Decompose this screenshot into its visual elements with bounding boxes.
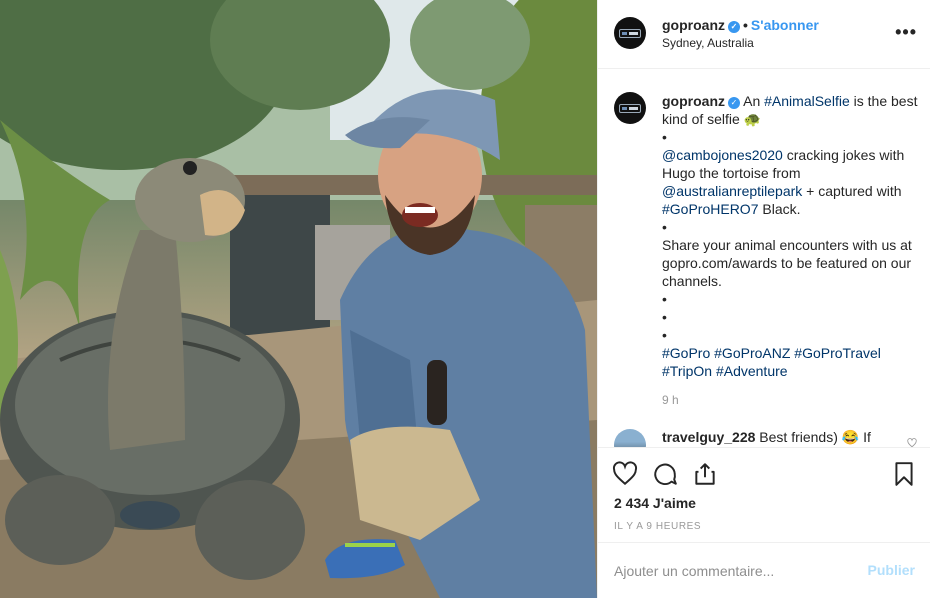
avatar[interactable] [614,17,646,49]
caption-seg: Black. [758,201,801,217]
hashtag-link[interactable]: #AnimalSelfie [764,93,850,109]
verified-check-icon: ✓ [728,21,740,33]
header-row: goproanz ✓ • S'abonner [662,17,819,33]
avatar[interactable] [614,429,646,447]
post-side-panel: goproanz ✓ • S'abonner Sydney, Australia ••… [597,0,930,598]
hashtag-link[interactable]: #GoPro [662,345,710,361]
caption-text: goproanz ✓ An #AnimalSelfie is the best k… [662,92,922,380]
bullet: • [662,309,667,325]
caption-seg: An [743,93,765,109]
comment-body: Best friends) 😂 If [755,429,871,445]
mention-link[interactable]: @australianreptilepark [662,183,802,199]
caption-seg: Share your animal encounters with us at … [662,237,912,289]
header-separator: • [743,17,748,33]
gopro-logo-icon [619,28,641,38]
comment-icon[interactable] [652,461,678,487]
post-header: goproanz ✓ • S'abonner Sydney, Australia ••… [598,0,930,69]
post-actions: 2 434 J'aime IL Y A 9 HEURES [598,447,930,542]
hashtag-link[interactable]: #TripOn [662,363,712,379]
heart-icon[interactable] [612,461,638,487]
comments-area[interactable]: goproanz ✓ An #AnimalSelfie is the best k… [598,70,930,447]
bullet: • [662,327,667,343]
caption-username[interactable]: goproanz [662,93,725,109]
post-timestamp[interactable]: IL Y A 9 HEURES [614,521,701,532]
mention-link[interactable]: @cambojones2020 [662,147,783,163]
publish-button[interactable]: Publier [868,562,915,578]
bullet: • [662,291,667,307]
header-username[interactable]: goproanz [662,17,725,33]
hashtag-link[interactable]: #GoProTravel [794,345,881,361]
comment-text: travelguy_228 Best friends) 😂 If [662,429,871,446]
heart-icon[interactable] [907,438,917,447]
bookmark-icon[interactable] [891,461,917,487]
post-photo[interactable] [0,0,597,598]
turtle-emoji-icon: 🐢 [743,111,762,127]
comment-username[interactable]: travelguy_228 [662,429,755,445]
follow-button[interactable]: S'abonner [751,17,819,33]
caption-seg: + captured with [802,183,902,199]
comment-item: travelguy_228 Best friends) 😂 If [614,429,919,447]
caption-time: 9 h [662,393,679,407]
location-link[interactable]: Sydney, Australia [662,36,754,50]
share-icon[interactable] [692,461,718,487]
hashtag-link[interactable]: #Adventure [716,363,788,379]
instagram-post: goproanz ✓ • S'abonner Sydney, Australia ••… [0,0,930,598]
likes-count[interactable]: 2 434 J'aime [614,495,696,511]
bullet: • [662,129,667,145]
hashtag-link[interactable]: #GoProHERO7 [662,201,758,217]
photo-illustration [0,0,597,598]
hashtag-link[interactable]: #GoProANZ [714,345,790,361]
more-options-icon[interactable]: ••• [895,22,917,43]
add-comment-bar: Publier [598,542,930,598]
gopro-logo-icon [619,103,641,113]
comment-input[interactable] [614,561,844,581]
bullet: • [662,219,667,235]
avatar[interactable] [614,92,646,124]
verified-check-icon: ✓ [728,97,740,109]
